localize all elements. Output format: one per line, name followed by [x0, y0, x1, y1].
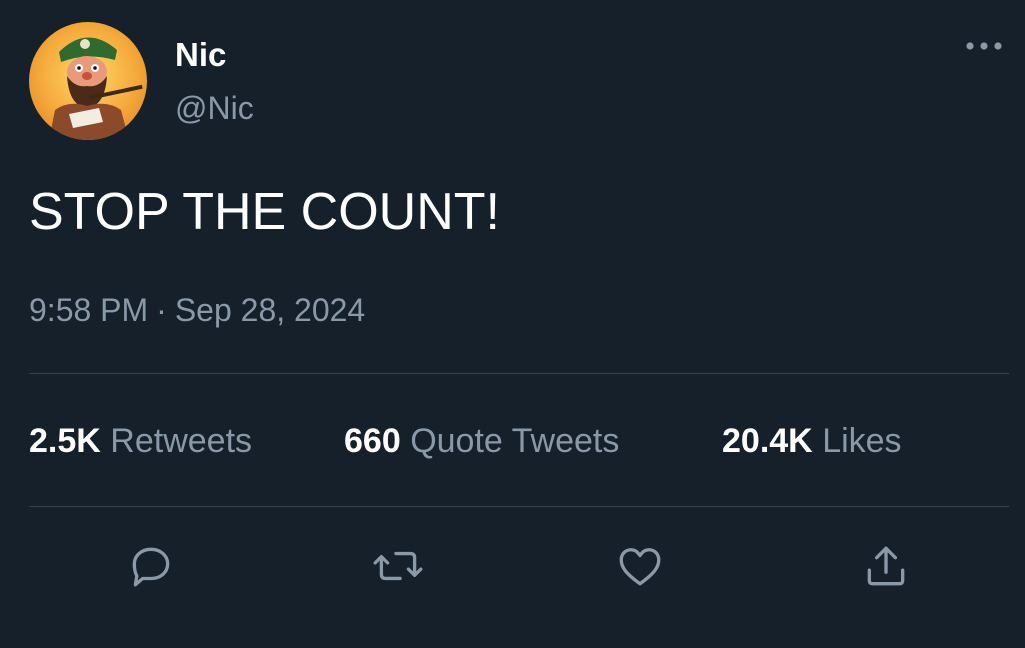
retweets-count: 2.5K — [29, 422, 101, 460]
author-handle[interactable]: @Nic — [175, 89, 254, 127]
likes-label: Likes — [822, 422, 902, 460]
reply-icon — [132, 547, 170, 587]
divider — [29, 506, 1009, 507]
retweets-stat[interactable]: 2.5K Retweets — [29, 420, 252, 462]
heart-icon — [619, 548, 661, 586]
quote-tweets-stat[interactable]: 660 Quote Tweets — [344, 420, 619, 462]
retweets-label: Retweets — [110, 422, 253, 460]
tweet-detail: Nic @Nic STOP THE COUNT! 9:58 PM · Sep 28,… — [0, 0, 1025, 648]
more-options-button[interactable] — [958, 34, 1010, 58]
share-button[interactable] — [858, 538, 914, 594]
retweet-icon — [373, 551, 423, 581]
like-button[interactable] — [612, 538, 668, 594]
tweet-timestamp[interactable]: 9:58 PM · Sep 28, 2024 — [29, 290, 365, 330]
reply-button[interactable] — [123, 538, 179, 594]
avatar-bearded-man-illustration — [49, 37, 143, 140]
more-dots-icon — [966, 42, 1002, 50]
quote-tweets-count: 660 — [344, 422, 401, 460]
tweet-date: Sep 28, 2024 — [174, 292, 366, 328]
tweet-time: 9:58 PM — [29, 292, 149, 328]
quote-tweets-label: Quote Tweets — [410, 422, 620, 460]
divider — [29, 373, 1009, 374]
timestamp-separator: · — [156, 292, 167, 328]
share-icon — [867, 546, 905, 586]
author-name[interactable]: Nic — [175, 36, 226, 74]
retweet-button[interactable] — [370, 538, 426, 594]
likes-count: 20.4K — [722, 422, 813, 460]
likes-stat[interactable]: 20.4K Likes — [722, 420, 902, 462]
tweet-text: STOP THE COUNT! — [29, 183, 500, 241]
avatar[interactable] — [29, 22, 147, 140]
